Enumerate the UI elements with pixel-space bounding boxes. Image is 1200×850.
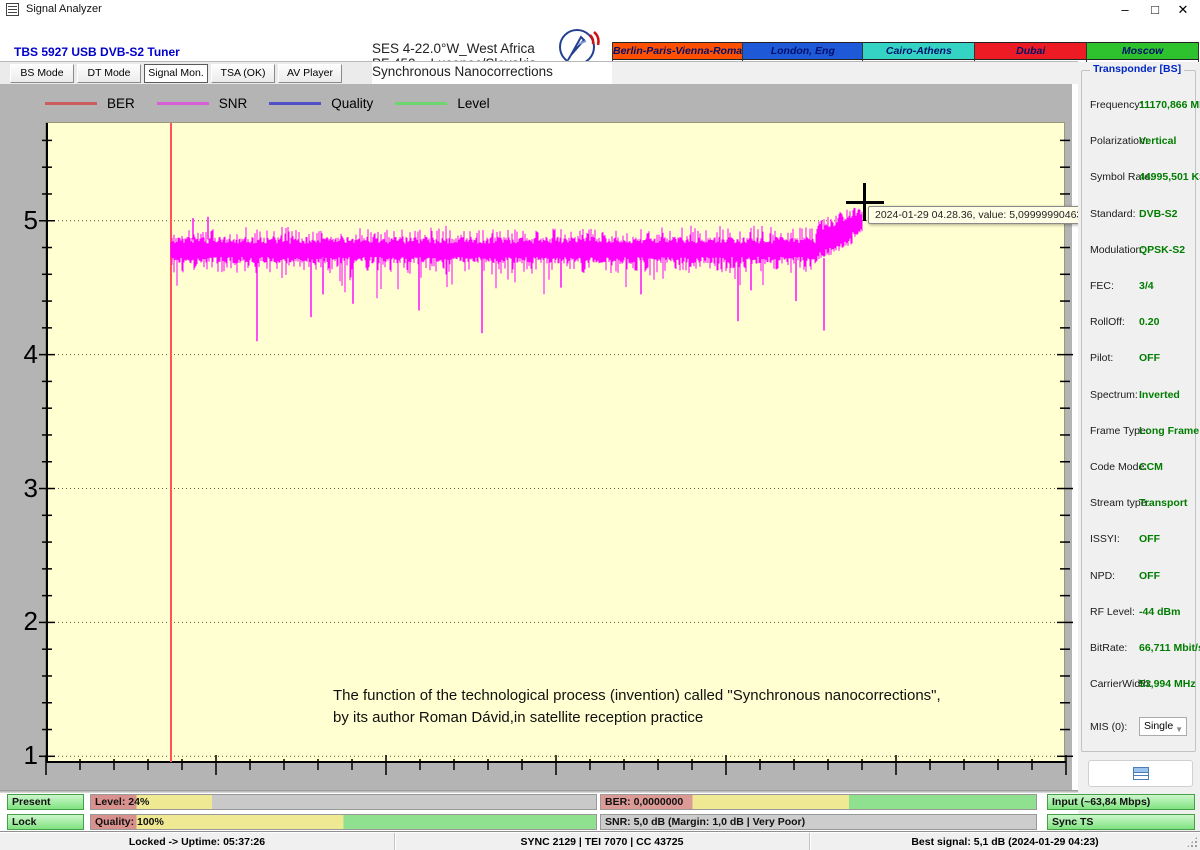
close-button[interactable]: ✕ bbox=[1170, 1, 1196, 18]
status-lock-uptime: Locked -> Uptime: 05:37:26 bbox=[0, 833, 395, 850]
transponder-row-label: Spectrum: bbox=[1090, 389, 1138, 401]
transponder-groupbox: Transponder [BS] Frequency:11170,866 MHz… bbox=[1081, 70, 1196, 752]
mis-label: MIS (0): bbox=[1090, 721, 1127, 733]
transponder-panel: Transponder [BS] Frequency:11170,866 MHz… bbox=[1078, 62, 1200, 833]
feed-line-4: Synchronous Nanocorrections bbox=[372, 62, 612, 84]
table-icon bbox=[1133, 767, 1149, 780]
chart-annotation: The function of the technological proces… bbox=[333, 685, 941, 729]
tab-signal-mon-[interactable]: Signal Mon. bbox=[144, 64, 208, 83]
legend-label: SNR bbox=[219, 96, 248, 111]
transponder-row-label: RollOff: bbox=[1090, 316, 1125, 328]
transponder-row-value: 3/4 bbox=[1139, 280, 1154, 292]
subheader: BS ModeDT ModeSignal Mon.TSA (OK)AV Play… bbox=[0, 62, 1078, 84]
mis-value: Single bbox=[1144, 720, 1173, 732]
legend-label: Quality bbox=[331, 96, 373, 111]
transponder-row-value: QPSK-S2 bbox=[1139, 244, 1185, 256]
feed-line-1: SES 4-22.0°W_West Africa bbox=[372, 41, 536, 56]
transponder-row-value: 53,994 MHz bbox=[1139, 678, 1196, 690]
legend-swatch bbox=[157, 102, 209, 105]
transponder-row-value: Transport bbox=[1139, 497, 1187, 509]
y-axis-tick-label: 5 bbox=[10, 206, 38, 234]
chevron-down-icon: ▼ bbox=[1175, 721, 1183, 738]
annotation-line-2: by its author Roman Dávid,in satellite r… bbox=[333, 707, 941, 729]
transponder-row-value: 66,711 Mbit/s bbox=[1139, 642, 1200, 654]
status-sync-counters: SYNC 2129 | TEI 7070 | CC 43725 bbox=[395, 833, 810, 850]
y-axis-tick-label: 2 bbox=[10, 607, 38, 635]
clock-city-label: Cairo-Athens bbox=[863, 42, 974, 60]
crosshair-cursor-v bbox=[863, 183, 866, 221]
transponder-title: Transponder [BS] bbox=[1090, 63, 1184, 75]
transponder-row-label: FEC: bbox=[1090, 280, 1114, 292]
mis-dropdown[interactable]: Single ▼ bbox=[1139, 717, 1187, 736]
clock-city-label: Moscow bbox=[1087, 42, 1198, 60]
indicator-quality: Quality: 100% bbox=[90, 814, 597, 830]
transponder-row-label: BitRate: bbox=[1090, 642, 1127, 654]
y-axis-tick-label: 4 bbox=[10, 340, 38, 368]
legend-swatch bbox=[45, 102, 97, 105]
transponder-row-label: NPD: bbox=[1090, 570, 1115, 582]
transponder-row-label: RF Level: bbox=[1090, 606, 1135, 618]
transponder-row-label: Frequency: bbox=[1090, 99, 1143, 111]
transponder-row-value: OFF bbox=[1139, 570, 1160, 582]
transponder-row-value: OFF bbox=[1139, 352, 1160, 364]
window-title: Signal Analyzer bbox=[26, 3, 102, 15]
titlebar: Signal Analyzer – □ ✕ bbox=[0, 0, 1200, 20]
legend-swatch bbox=[395, 102, 447, 105]
transponder-row-value: 11170,866 MHz bbox=[1139, 99, 1200, 111]
tab-bs-mode[interactable]: BS Mode bbox=[10, 64, 74, 83]
legend-swatch bbox=[269, 102, 321, 105]
transponder-row-value: 0.20 bbox=[1139, 316, 1159, 328]
indicator-sync-ts: Sync TS bbox=[1047, 814, 1195, 830]
status-best-signal: Best signal: 5,1 dB (2024-01-29 04:23) bbox=[810, 833, 1200, 850]
transponder-row-value: DVB-S2 bbox=[1139, 208, 1178, 220]
subheader-filler bbox=[612, 62, 1078, 84]
clock-city-label: Dubai bbox=[975, 42, 1086, 60]
header: TBS 5927 USB DVB-S2 Tuner 22.0W - SES 4 … bbox=[0, 20, 1200, 62]
transponder-row-value: OFF bbox=[1139, 533, 1160, 545]
y-axis-tick-label: 1 bbox=[10, 741, 38, 769]
tuner-name: TBS 5927 USB DVB-S2 Tuner bbox=[14, 45, 180, 59]
legend-label: BER bbox=[107, 96, 135, 111]
legend-label: Level bbox=[457, 96, 489, 111]
panel-tool-button[interactable] bbox=[1088, 760, 1193, 787]
resize-grip[interactable] bbox=[1186, 836, 1198, 848]
tab-av-player[interactable]: AV Player bbox=[278, 64, 342, 83]
indicator-lock: Lock bbox=[7, 814, 84, 830]
maximize-button[interactable]: □ bbox=[1142, 1, 1168, 18]
y-axis-tick-label: 3 bbox=[10, 474, 38, 502]
best-signal-text: Best signal: 5,1 dB (2024-01-29 04:23) bbox=[911, 836, 1098, 848]
indicator-present: Present bbox=[7, 794, 84, 810]
clock-city-label: London, Eng bbox=[743, 42, 862, 60]
minimize-button[interactable]: – bbox=[1112, 1, 1138, 18]
statusbar: Locked -> Uptime: 05:37:26 SYNC 2129 | T… bbox=[0, 833, 1200, 850]
annotation-line-1: The function of the technological proces… bbox=[333, 685, 941, 707]
transponder-row-value: -44 dBm bbox=[1139, 606, 1180, 618]
chart-bottom-divider bbox=[0, 790, 1078, 793]
transponder-row-label: ISSYI: bbox=[1090, 533, 1120, 545]
mode-tabs: BS ModeDT ModeSignal Mon.TSA (OK)AV Play… bbox=[0, 62, 372, 84]
transponder-row-label: Pilot: bbox=[1090, 352, 1113, 364]
transponder-row-value: 44995,501 KS/s bbox=[1139, 171, 1200, 183]
indicator-input-63-84-mbps-: Input (~63,84 Mbps) bbox=[1047, 794, 1195, 810]
transponder-row-value: Inverted bbox=[1139, 389, 1180, 401]
indicator-ber: BER: 0,0000000 bbox=[600, 794, 1037, 810]
transponder-row-value: CCM bbox=[1139, 461, 1163, 473]
chart-tooltip: 2024-01-29 04.28.36, value: 5,0999999046… bbox=[868, 206, 1107, 224]
legend-item: Quality bbox=[269, 96, 373, 111]
indicator-snr: SNR: 5,0 dB (Margin: 1,0 dB | Very Poor) bbox=[600, 814, 1037, 830]
transponder-row-value: Long Frame bbox=[1139, 425, 1199, 437]
clock-city-label: Berlin-Paris-Vienna-Roma bbox=[613, 42, 742, 60]
app-icon bbox=[6, 3, 19, 16]
tab-tsa-ok-[interactable]: TSA (OK) bbox=[211, 64, 275, 83]
transponder-row-label: Modulation: bbox=[1090, 244, 1144, 256]
legend-item: SNR bbox=[157, 96, 248, 111]
legend-item: BER bbox=[45, 96, 135, 111]
transponder-row-label: Standard: bbox=[1090, 208, 1136, 220]
legend-item: Level bbox=[395, 96, 489, 111]
chart-legend: BER SNR Quality Level bbox=[45, 92, 490, 114]
indicator-level: Level: 24% bbox=[90, 794, 597, 810]
tab-dt-mode[interactable]: DT Mode bbox=[77, 64, 141, 83]
transponder-row-value: Vertical bbox=[1139, 135, 1176, 147]
chart-area: BER SNR Quality Level The function of the t… bbox=[0, 84, 1072, 790]
